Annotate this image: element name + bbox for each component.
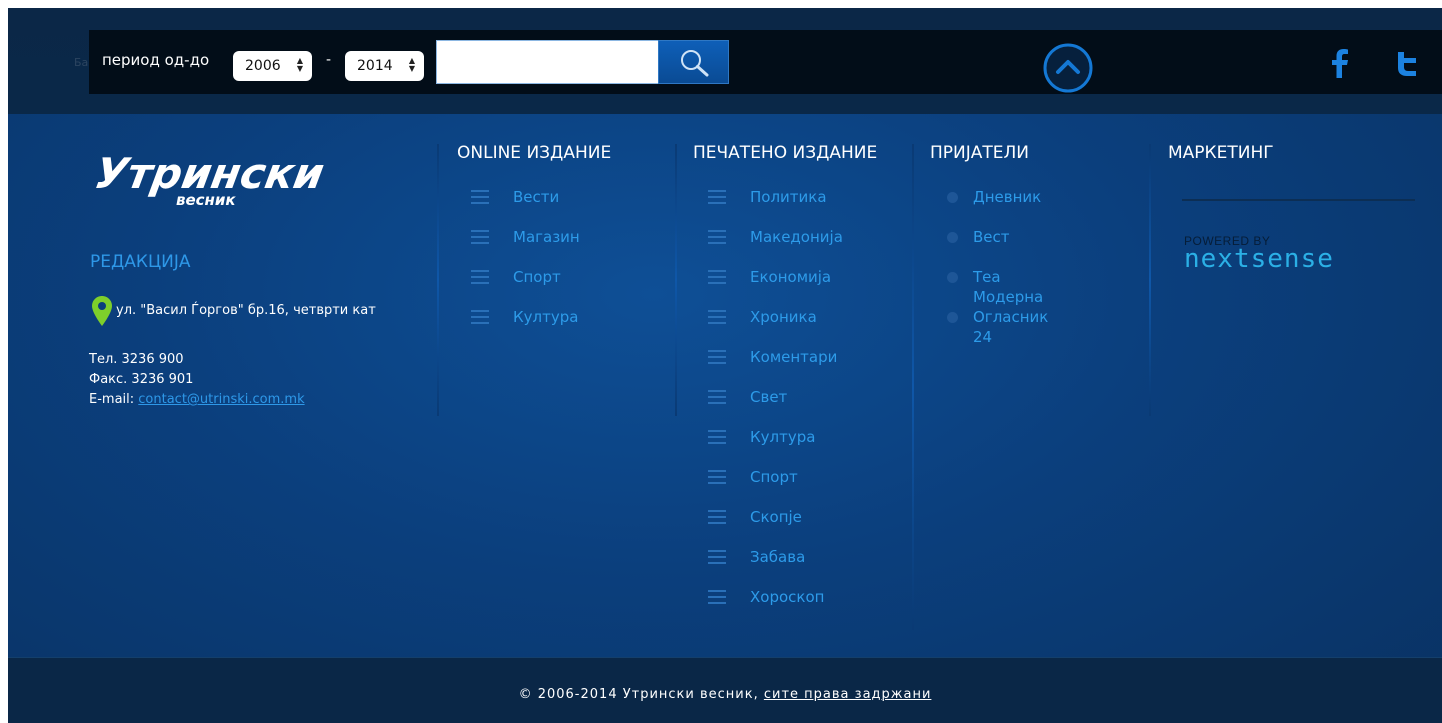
- online-title: ONLINE ИЗДАНИЕ: [457, 143, 612, 163]
- twitter-icon: [1398, 52, 1416, 76]
- menu-bars-icon: [708, 310, 726, 324]
- fax-text: Факс. 3236 901: [89, 372, 194, 387]
- marketing-divider: [1182, 199, 1415, 201]
- print-title: ПЕЧАТЕНО ИЗДАНИЕ: [693, 143, 878, 163]
- address-text: ул. "Васил Ѓоргов" бр.16, четврти кат: [116, 303, 376, 318]
- menu-bars-icon: [708, 390, 726, 404]
- partner-name: nextsense: [1184, 244, 1334, 274]
- year-to-value: 2014: [357, 58, 393, 74]
- search-button[interactable]: [658, 40, 729, 84]
- menu-bars-icon: [708, 550, 726, 564]
- menu-bars-icon: [471, 310, 489, 324]
- menu-bars-icon: [708, 510, 726, 524]
- column-divider: [912, 144, 914, 630]
- bullet-dot-icon: [947, 272, 958, 283]
- contact-block: Тел. 3236 900 Факс. 3236 901 E-mail: con…: [89, 350, 305, 410]
- scroll-top-button[interactable]: [1042, 42, 1094, 98]
- phone-text: Тел. 3236 900: [89, 352, 184, 367]
- menu-bars-icon: [708, 350, 726, 364]
- partner-logo[interactable]: POWERED BY nextsense: [1184, 234, 1334, 274]
- stepper-arrows-icon: ▲ ▼: [296, 56, 303, 73]
- search-icon: [681, 50, 709, 77]
- friends-title: ПРИЈАТЕЛИ: [930, 143, 1030, 163]
- marketing-title: МАРКЕТИНГ: [1168, 143, 1274, 163]
- chevron-up-circle-icon: [1043, 43, 1093, 93]
- menu-bars-icon: [708, 430, 726, 444]
- menu-bars-icon: [471, 190, 489, 204]
- menu-bars-icon: [708, 230, 726, 244]
- page-frame: Ба период од-до 2006 ▲ ▼ - 2014 ▲ ▼ Утри…: [8, 8, 1442, 723]
- menu-bars-icon: [708, 470, 726, 484]
- column-divider: [437, 144, 439, 416]
- facebook-icon: [1332, 49, 1348, 78]
- logo-sub-text: весник: [176, 191, 236, 208]
- twitter-button[interactable]: [1396, 50, 1418, 82]
- year-from-value: 2006: [245, 58, 281, 74]
- email-label: E-mail:: [89, 392, 139, 407]
- search-input[interactable]: [436, 40, 659, 84]
- column-divider: [1149, 144, 1151, 416]
- period-separator: -: [326, 52, 332, 68]
- menu-bars-icon: [471, 230, 489, 244]
- email-link[interactable]: contact@utrinski.com.mk: [138, 392, 304, 407]
- redakcija-title: РЕДАКЦИЈА: [90, 252, 191, 272]
- year-from-select[interactable]: 2006 ▲ ▼: [233, 51, 312, 81]
- menu-bars-icon: [708, 270, 726, 284]
- ghost-text: Ба: [74, 56, 89, 69]
- logo-image: Утрински весник: [91, 149, 328, 209]
- site-logo[interactable]: Утрински весник: [91, 148, 386, 212]
- stepper-arrows-icon: ▲ ▼: [408, 56, 415, 73]
- period-label: период од-до: [102, 51, 210, 69]
- year-to-select[interactable]: 2014 ▲ ▼: [345, 51, 424, 81]
- column-divider: [675, 144, 677, 416]
- copyright-text: © 2006-2014 Утрински весник,: [518, 687, 764, 702]
- facebook-button[interactable]: [1329, 48, 1349, 82]
- bullet-dot-icon: [947, 232, 958, 243]
- menu-bars-icon: [471, 270, 489, 284]
- rights-link[interactable]: сите права задржани: [764, 687, 932, 702]
- bullet-dot-icon: [947, 312, 958, 323]
- menu-bars-icon: [708, 590, 726, 604]
- email-row: E-mail: contact@utrinski.com.mk: [89, 390, 305, 410]
- copyright-line: © 2006-2014 Утрински весник, сите права …: [8, 687, 1442, 702]
- bullet-dot-icon: [947, 192, 958, 203]
- menu-bars-icon: [708, 190, 726, 204]
- map-pin-icon: [92, 296, 112, 326]
